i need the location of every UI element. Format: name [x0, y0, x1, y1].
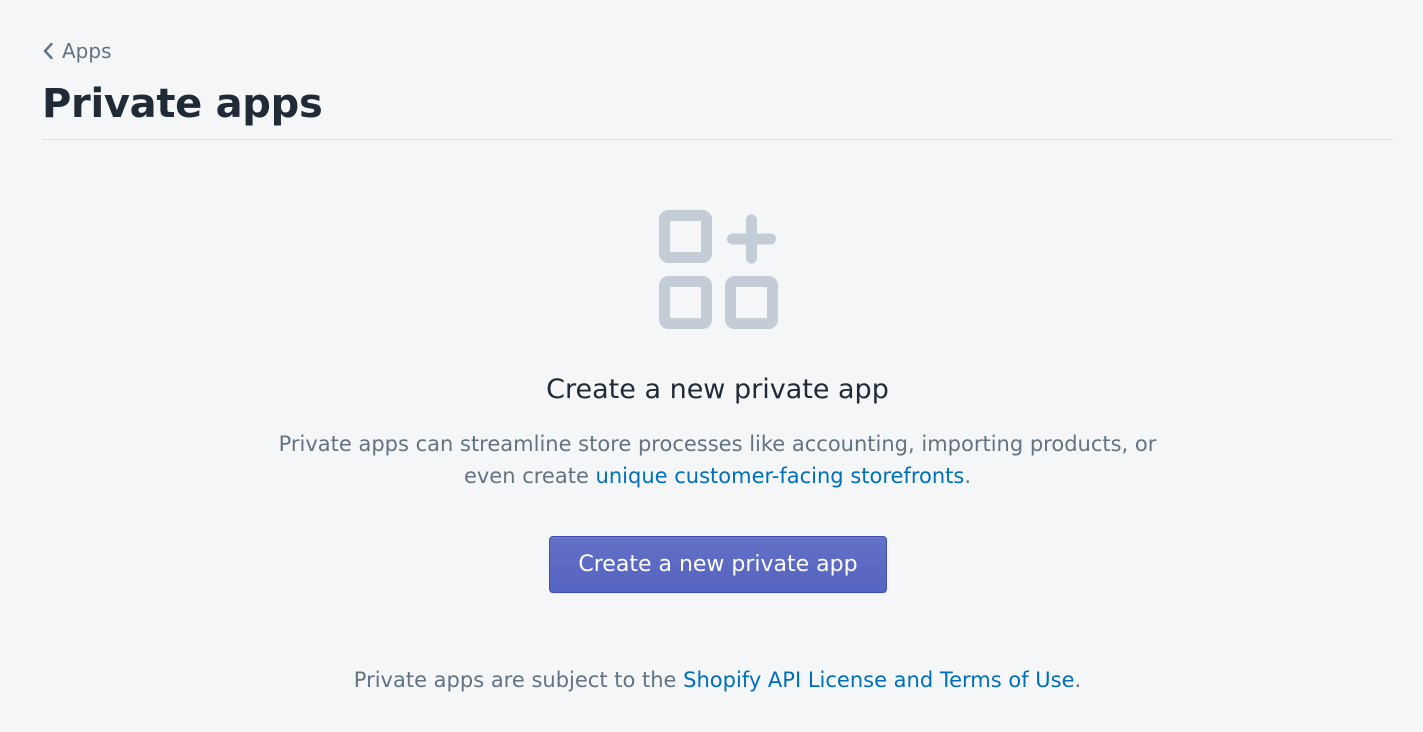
description-period: .	[964, 464, 972, 488]
empty-state-description: Private apps can streamline store proces…	[260, 428, 1175, 492]
header-divider	[42, 139, 1393, 140]
empty-state-heading: Create a new private app	[546, 374, 889, 405]
breadcrumb-apps[interactable]: Apps	[42, 38, 112, 64]
chevron-left-icon	[43, 42, 53, 60]
storefronts-link[interactable]: unique customer-facing storefronts	[596, 464, 965, 488]
api-license-link[interactable]: Shopify API License and Terms of Use	[683, 668, 1074, 692]
footer-note: Private apps are subject to the Shopify …	[42, 664, 1393, 696]
create-private-app-button[interactable]: Create a new private app	[549, 536, 887, 593]
apps-add-icon	[659, 210, 778, 329]
page-title: Private apps	[42, 81, 323, 127]
private-apps-page: Apps Private apps Create a new private a…	[42, 0, 1393, 732]
breadcrumb-label: Apps	[62, 39, 112, 63]
footer-period: .	[1074, 668, 1082, 692]
footer-text: Private apps are subject to the	[353, 668, 684, 692]
